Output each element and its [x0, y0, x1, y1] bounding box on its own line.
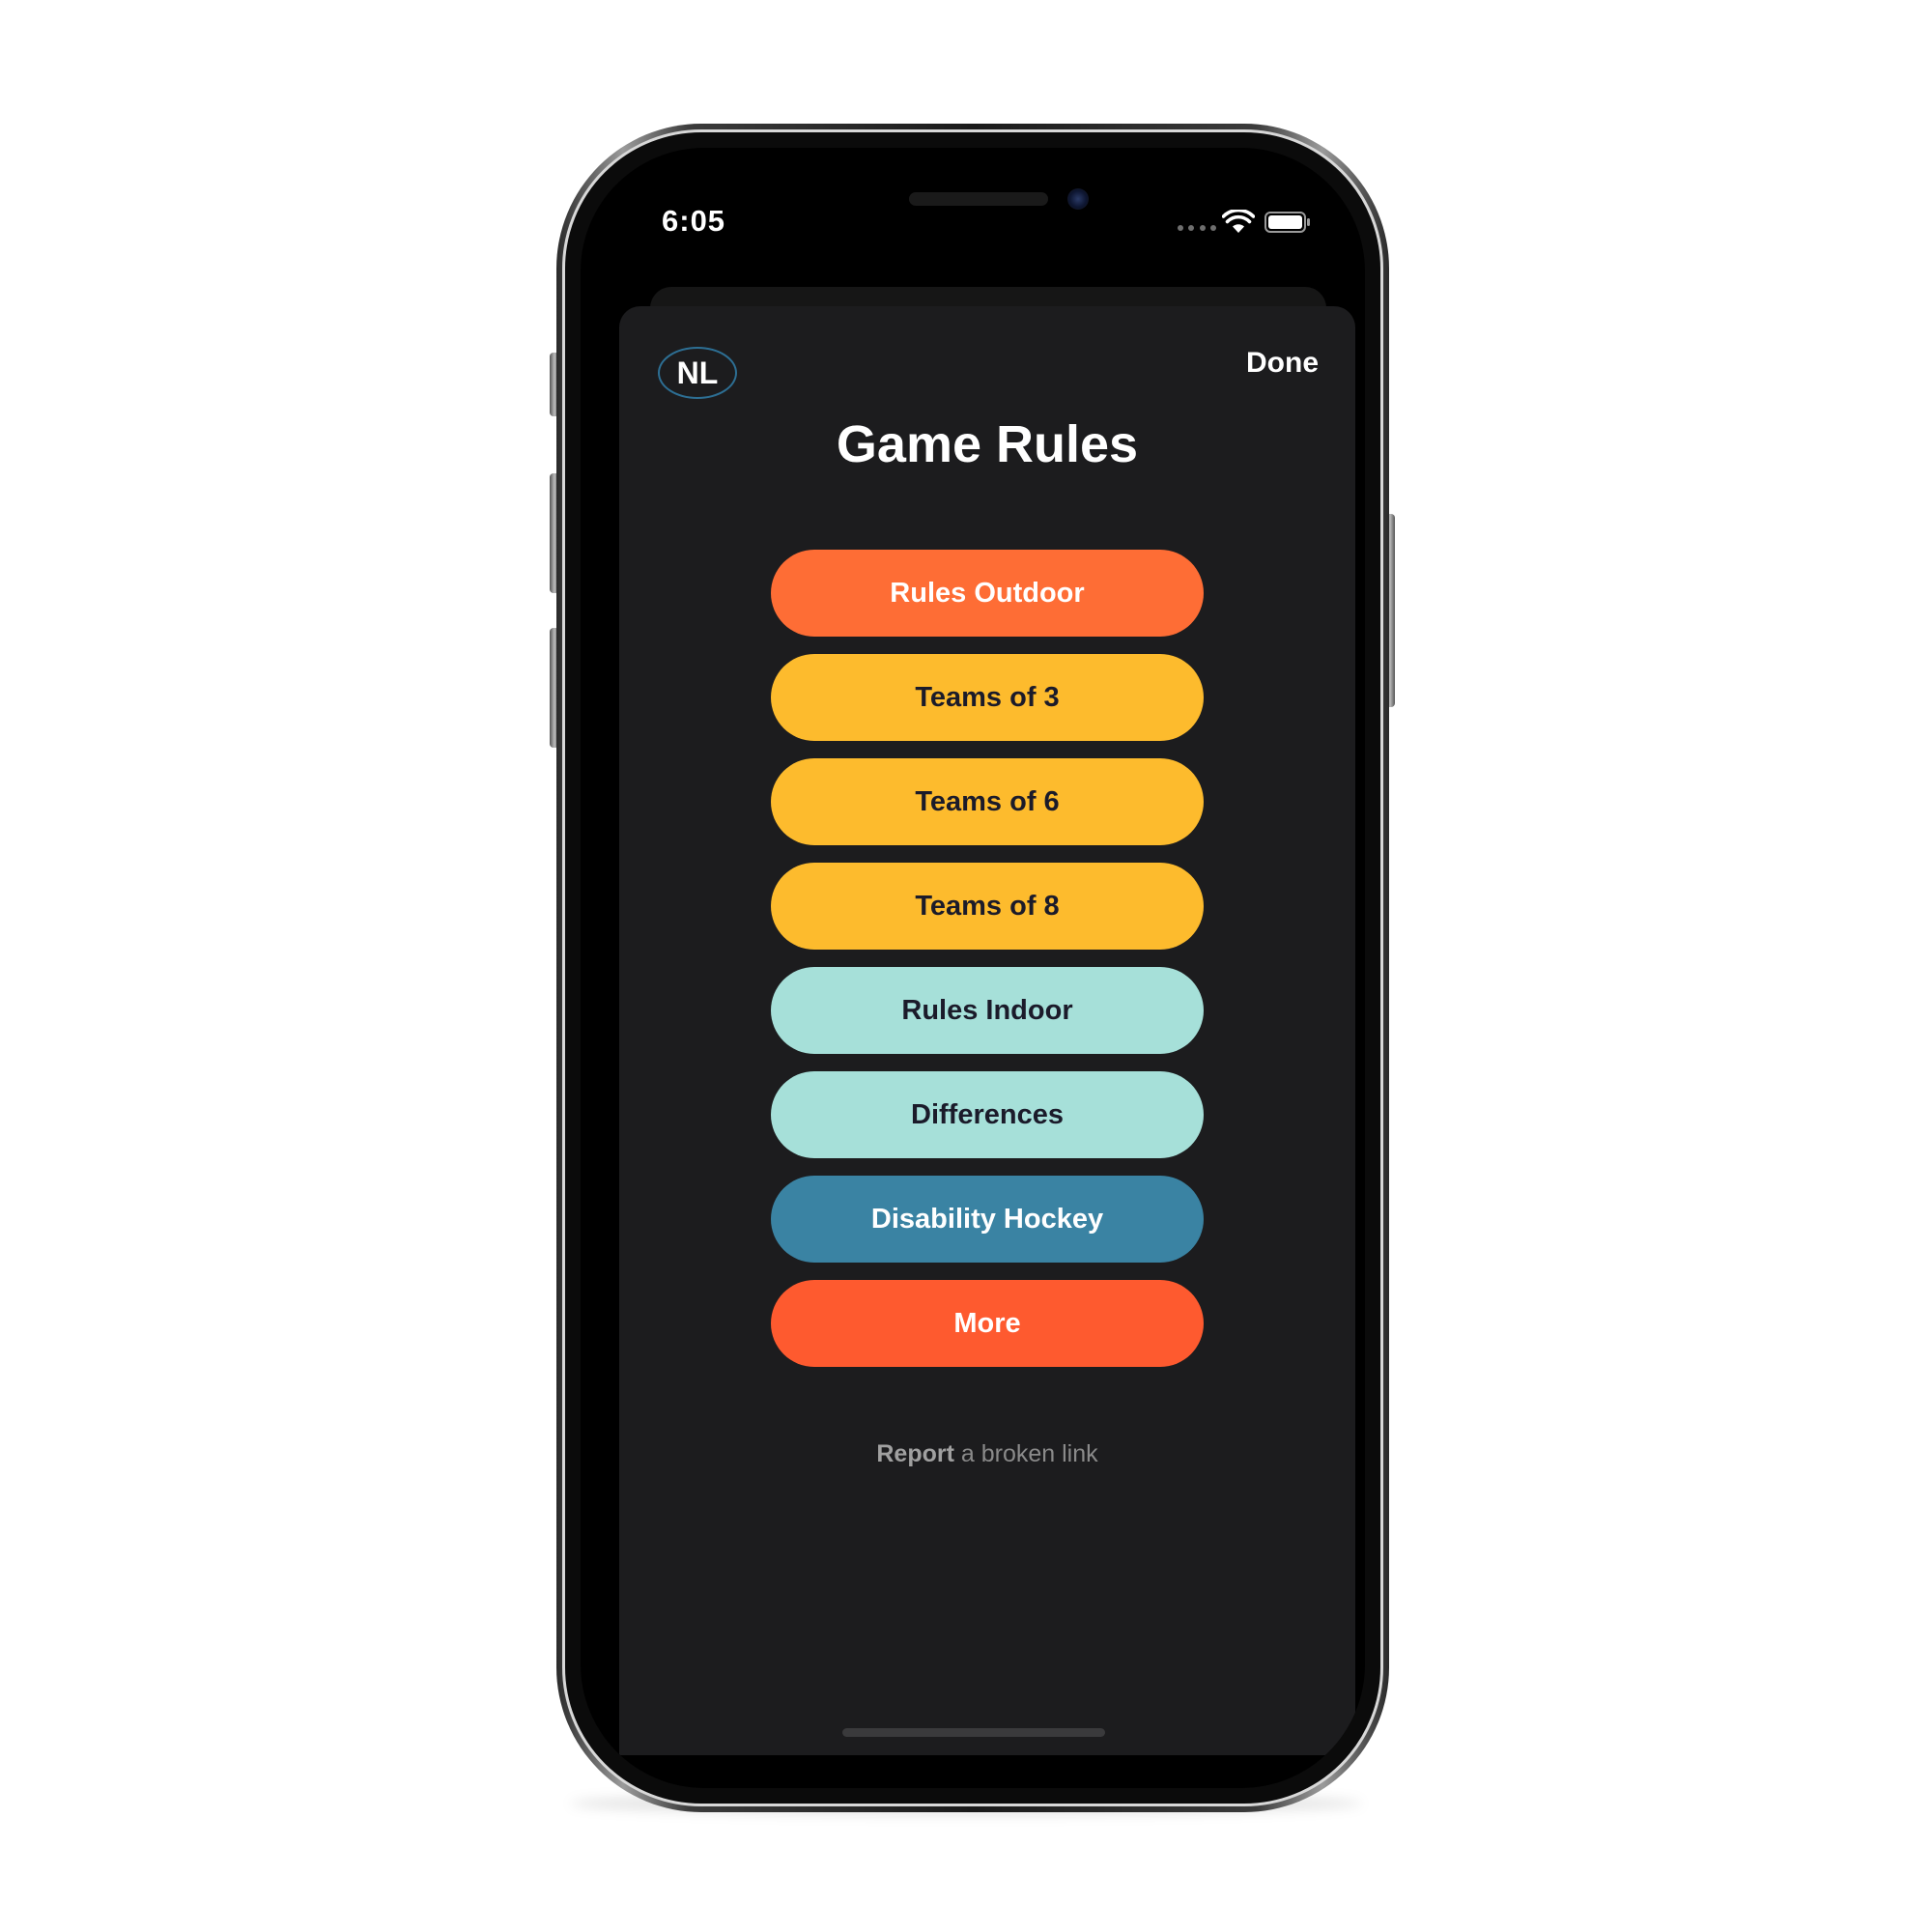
- teams-of-6-button[interactable]: Teams of 6: [771, 758, 1204, 845]
- report-rest-text: a broken link: [953, 1440, 1098, 1467]
- nl-badge: NL: [658, 347, 737, 399]
- report-strong-text: Report: [876, 1440, 954, 1467]
- report-broken-link[interactable]: Report a broken link: [619, 1440, 1355, 1468]
- earpiece-speaker: [909, 192, 1048, 206]
- rules-menu: Rules Outdoor Teams of 3 Teams of 6 Team…: [771, 550, 1204, 1367]
- teams-of-8-button[interactable]: Teams of 8: [771, 863, 1204, 950]
- disability-hockey-button[interactable]: Disability Hockey: [771, 1176, 1204, 1263]
- page-title: Game Rules: [836, 415, 1139, 473]
- phone-frame: 6:05 NL Done Game Rules Rules Outdoor Te…: [556, 124, 1389, 1812]
- home-indicator[interactable]: [842, 1728, 1105, 1737]
- rules-indoor-button[interactable]: Rules Indoor: [771, 967, 1204, 1054]
- wifi-icon: [1222, 210, 1255, 233]
- teams-of-3-button[interactable]: Teams of 3: [771, 654, 1204, 741]
- differences-button[interactable]: Differences: [771, 1071, 1204, 1158]
- signal-dots-icon: [1178, 225, 1216, 233]
- battery-icon: [1264, 212, 1310, 233]
- rules-outdoor-button[interactable]: Rules Outdoor: [771, 550, 1204, 637]
- status-time: 6:05: [662, 204, 726, 238]
- more-button[interactable]: More: [771, 1280, 1204, 1367]
- done-button[interactable]: Done: [1246, 347, 1319, 380]
- phone-ring: 6:05 NL Done Game Rules Rules Outdoor Te…: [562, 129, 1383, 1806]
- phone-screen: 6:05 NL Done Game Rules Rules Outdoor Te…: [581, 148, 1365, 1788]
- game-rules-sheet: NL Done Game Rules Rules Outdoor Teams o…: [619, 306, 1355, 1755]
- front-camera: [1067, 188, 1089, 210]
